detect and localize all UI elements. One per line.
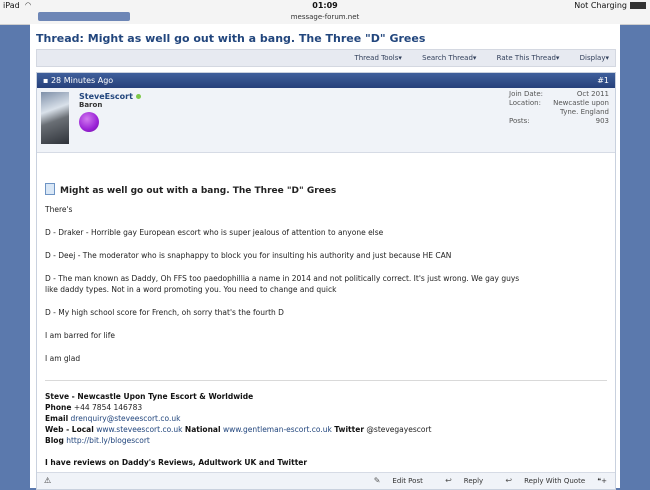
charging-label: Not Charging bbox=[574, 1, 627, 10]
reply-icon: ↩ bbox=[445, 476, 452, 485]
post-line: I am barred for life bbox=[45, 331, 115, 340]
phone-value: +44 7854 146783 bbox=[73, 403, 143, 412]
join-date-label: Join Date: bbox=[509, 90, 544, 98]
email-link[interactable]: drenquiry@steveescort.co.uk bbox=[71, 414, 181, 423]
national-label: National bbox=[184, 425, 221, 434]
forum-page: Thread: Might as well go out with a bang… bbox=[30, 24, 620, 490]
thread-tools-menu[interactable]: Thread Tools▾ bbox=[345, 54, 401, 62]
signature-title: Steve - Newcastle Upon Tyne Escort & Wor… bbox=[45, 392, 254, 401]
nav-tab-fragment bbox=[38, 12, 130, 21]
battery-status: Not Charging bbox=[574, 1, 646, 10]
thread-title-text[interactable]: Might as well go out with a bang. The Th… bbox=[88, 32, 426, 45]
posts-value: 903 bbox=[595, 117, 609, 125]
reviews-line: I have reviews on Daddy's Reviews, Adult… bbox=[45, 458, 308, 467]
rank-badge-icon bbox=[79, 112, 99, 132]
multi-quote-icon[interactable]: ❝+ bbox=[597, 477, 607, 485]
post-number[interactable]: #1 bbox=[597, 76, 609, 85]
search-thread-menu[interactable]: Search Thread▾ bbox=[413, 54, 476, 62]
rate-thread-menu[interactable]: Rate This Thread▾ bbox=[488, 54, 560, 62]
username[interactable]: SteveEscort bbox=[79, 92, 141, 101]
thread-title: Thread: Might as well go out with a bang… bbox=[36, 32, 425, 45]
url-text: message-forum.net bbox=[290, 13, 360, 21]
post-line: D - My high school score for French, oh … bbox=[45, 308, 284, 317]
post-footer: ⚠ ✎ Edit Post ↩ Reply ↩ Reply With Quote ❝+ bbox=[37, 472, 615, 489]
post-line: D - Draker - Horrible gay European escor… bbox=[45, 228, 384, 237]
edit-post-button[interactable]: ✎ Edit Post bbox=[364, 476, 423, 485]
post-line: There's bbox=[45, 205, 73, 214]
reply-button[interactable]: ↩ Reply bbox=[435, 476, 483, 485]
signature: Steve - Newcastle Upon Tyne Escort & Wor… bbox=[45, 391, 431, 468]
clock: 01:09 bbox=[312, 1, 338, 10]
posts-label: Posts: bbox=[509, 117, 530, 125]
thread-toolbar: Thread Tools▾ Search Thread▾ Rate This T… bbox=[36, 49, 616, 67]
post-date-icon: ▪ bbox=[43, 76, 49, 85]
user-meta: Join Date: Oct 2011 Location: Newcastle up… bbox=[509, 90, 609, 126]
web-local-link[interactable]: www.steveescort.co.uk bbox=[96, 425, 182, 434]
report-post-icon[interactable]: ⚠ bbox=[44, 476, 51, 485]
post-line: I am glad bbox=[45, 354, 81, 363]
twitter-label: Twitter bbox=[334, 425, 365, 434]
reply-with-quote-button[interactable]: ↩ Reply With Quote bbox=[495, 476, 585, 485]
display-menu[interactable]: Display▾ bbox=[571, 54, 609, 62]
join-date-value: Oct 2011 bbox=[576, 90, 609, 98]
location-label: Location: bbox=[509, 99, 541, 107]
status-bar: iPad ◠ 01:09 Not Charging bbox=[0, 0, 650, 12]
online-status-icon bbox=[135, 94, 141, 99]
blog-link[interactable]: http://bit.ly/blogescort bbox=[66, 436, 150, 445]
post: ▪ 28 Minutes Ago #1 SteveEscort Baron Jo… bbox=[36, 72, 616, 490]
post-line: D - Deej - The moderator who is snaphapp… bbox=[45, 251, 452, 260]
post-line: D - The man known as Daddy, Oh FFS too p… bbox=[45, 274, 520, 283]
post-line: like daddy types. Not in a word promotin… bbox=[45, 285, 337, 294]
quote-reply-icon: ↩ bbox=[505, 476, 513, 485]
thread-label: Thread: bbox=[36, 32, 84, 45]
post-header: ▪ 28 Minutes Ago #1 bbox=[37, 73, 615, 88]
avatar[interactable] bbox=[41, 92, 69, 144]
twitter-handle: @stevegayescort bbox=[366, 425, 432, 434]
web-local-label: Web - Local bbox=[45, 425, 94, 434]
document-icon bbox=[45, 183, 55, 195]
blog-label: Blog bbox=[45, 436, 64, 445]
user-info: SteveEscort Baron Join Date: Oct 2011 Loc… bbox=[37, 88, 615, 153]
post-title: Might as well go out with a bang. The Th… bbox=[45, 183, 336, 196]
web-national-link[interactable]: www.gentleman-escort.co.uk bbox=[223, 425, 332, 434]
pencil-icon: ✎ bbox=[373, 476, 381, 485]
signature-divider bbox=[45, 380, 607, 381]
post-date: ▪ 28 Minutes Ago bbox=[43, 76, 114, 85]
location-value-2: Tyne. England bbox=[560, 108, 609, 116]
battery-icon bbox=[630, 2, 646, 9]
location-value-1: Newcastle upon bbox=[553, 99, 609, 107]
phone-label: Phone bbox=[45, 403, 72, 412]
email-label: Email bbox=[45, 414, 69, 423]
user-rank: Baron bbox=[79, 101, 103, 109]
